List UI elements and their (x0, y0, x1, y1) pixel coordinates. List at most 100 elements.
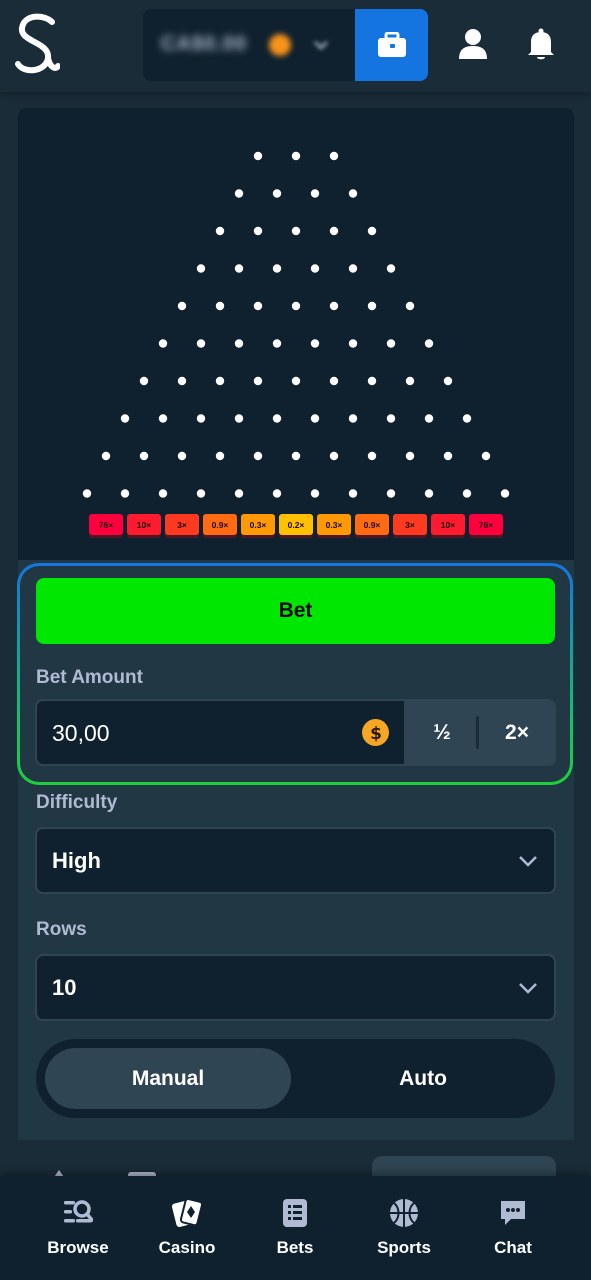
peg (253, 226, 263, 236)
multiplier-slot: 0.9× (203, 514, 237, 538)
bets-icon (278, 1196, 312, 1230)
bet-amount-group: 30,00 $ ½ 2× (35, 699, 556, 766)
peg (329, 301, 339, 311)
multiplier-slot: 10× (431, 514, 465, 538)
currency-coin-icon (269, 34, 291, 56)
nav-label-sports: Sports (377, 1238, 431, 1257)
difficulty-label: Difficulty (36, 792, 118, 813)
multiplier-label: 76× (99, 520, 113, 530)
peg (500, 489, 510, 498)
peg (310, 264, 320, 273)
peg (139, 376, 149, 386)
balance-amount: CA$0.00 (161, 33, 247, 55)
peg (253, 451, 263, 461)
multiplier-label: 0.9× (212, 520, 229, 530)
peg (348, 339, 358, 348)
chevron-down-icon (314, 41, 328, 50)
peg (405, 451, 415, 461)
amount-divider (476, 716, 479, 749)
balance-dropdown[interactable]: CA$0.00 (143, 9, 355, 81)
user-icon[interactable] (455, 26, 491, 62)
peg (367, 376, 377, 386)
bet-amount-input[interactable]: 30,00 $ (37, 701, 404, 764)
rows-value: 10 (52, 975, 77, 1000)
peg (101, 451, 111, 461)
nav-label-browse: Browse (47, 1238, 109, 1257)
nav-sports[interactable]: Sports (354, 1196, 454, 1266)
double-bet-button[interactable]: 2× (480, 701, 554, 764)
peg (329, 151, 339, 161)
sports-icon (387, 1196, 421, 1230)
peg (348, 414, 358, 423)
peg (158, 489, 168, 498)
peg (424, 489, 434, 498)
peg (177, 301, 187, 311)
multiplier-label: 0.9× (364, 520, 381, 530)
nav-casino[interactable]: Casino (137, 1196, 237, 1266)
peg (291, 226, 301, 236)
multiplier-label: 3× (177, 520, 187, 530)
bottom-nav: Browse Casino Bets Sports Chat (0, 1176, 591, 1280)
multiplier-slot: 0.3× (241, 514, 275, 538)
multiplier-label: 0.2× (288, 520, 305, 530)
stake-logo[interactable] (14, 12, 61, 78)
peg (196, 339, 206, 348)
multiplier-label: 3× (405, 520, 415, 530)
half-bet-button[interactable]: ½ (406, 701, 478, 764)
multiplier-slot: 76× (469, 514, 503, 538)
multiplier-label: 0.3× (326, 520, 343, 530)
bet-amount-value: 30,00 (52, 720, 110, 746)
peg (82, 489, 92, 498)
peg (272, 339, 282, 348)
chevron-down-icon (519, 983, 537, 994)
peg (158, 414, 168, 423)
multiplier-slot: 3× (393, 514, 427, 538)
peg (253, 151, 263, 161)
peg (405, 376, 415, 386)
peg (177, 376, 187, 386)
peg (291, 301, 301, 311)
peg (196, 414, 206, 423)
peg (291, 151, 301, 161)
peg (367, 226, 377, 236)
multiplier-label: 0.3× (250, 520, 267, 530)
peg (177, 451, 187, 461)
peg (386, 414, 396, 423)
peg (424, 414, 434, 423)
nav-label-casino: Casino (158, 1238, 216, 1257)
wallet-icon (377, 32, 406, 57)
chat-icon (496, 1196, 530, 1230)
bell-icon[interactable] (523, 26, 559, 62)
nav-label-bets: Bets (276, 1238, 314, 1257)
peg (481, 451, 491, 461)
rows-select[interactable]: 10 (35, 954, 556, 1021)
peg (424, 339, 434, 348)
peg (348, 489, 358, 498)
dollar-icon: $ (362, 719, 389, 746)
browse-icon (61, 1196, 95, 1230)
peg (215, 226, 225, 236)
peg (272, 264, 282, 273)
nav-browse[interactable]: Browse (28, 1196, 128, 1266)
peg (310, 339, 320, 348)
wallet-button[interactable] (355, 9, 428, 81)
peg (215, 301, 225, 311)
peg (234, 264, 244, 273)
peg (234, 189, 244, 198)
peg (234, 339, 244, 348)
difficulty-select[interactable]: High (35, 827, 556, 894)
peg (329, 451, 339, 461)
multiplier-label: 10× (441, 520, 455, 530)
peg (253, 301, 263, 311)
nav-chat[interactable]: Chat (463, 1196, 563, 1266)
bet-button[interactable]: Bet (36, 578, 555, 644)
multiplier-slot: 0.9× (355, 514, 389, 538)
multiplier-slot: 3× (165, 514, 199, 538)
peg (234, 414, 244, 423)
tab-auto[interactable]: Auto (296, 1048, 550, 1109)
peg (462, 489, 472, 498)
multiplier-slot: 76× (89, 514, 123, 538)
peg (234, 489, 244, 498)
tab-manual[interactable]: Manual (45, 1048, 291, 1109)
nav-bets[interactable]: Bets (245, 1196, 345, 1266)
